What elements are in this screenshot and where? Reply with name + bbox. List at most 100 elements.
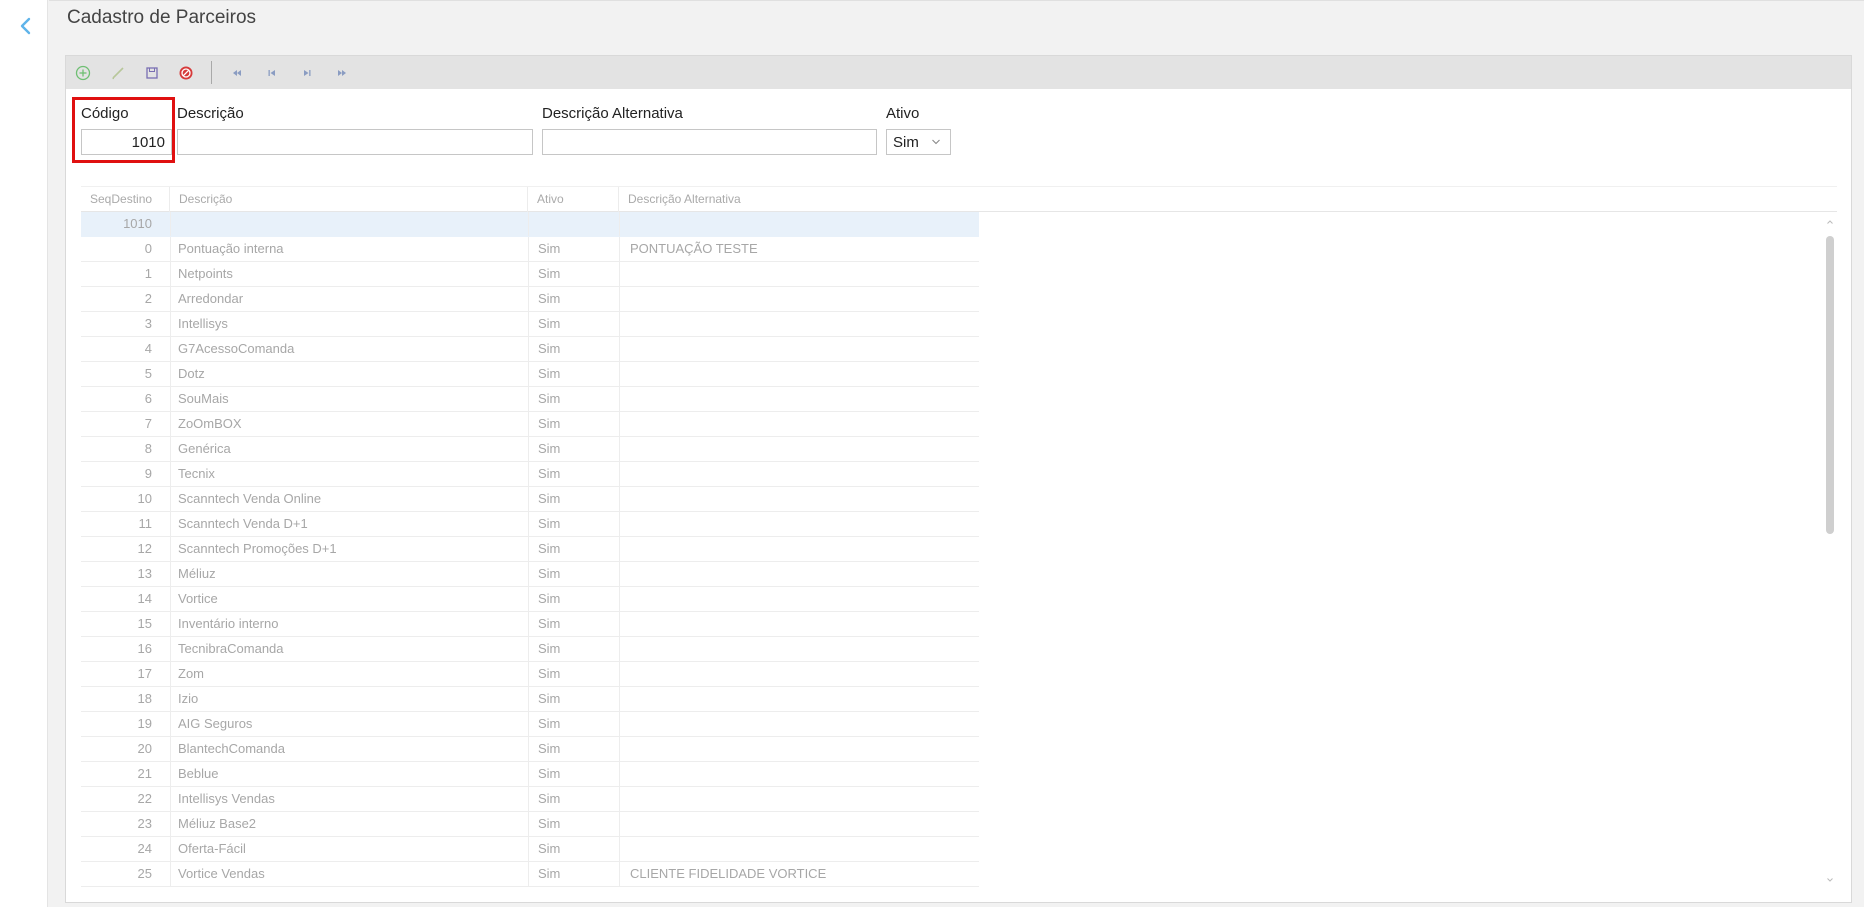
first-record-icon[interactable] <box>227 63 247 83</box>
table-row[interactable]: 19 AIG Seguros Sim <box>81 712 979 737</box>
table-row[interactable]: 13 Méliuz Sim <box>81 562 979 587</box>
cell-seqdestino: 9 <box>144 466 152 481</box>
cell-descricao-alternativa <box>619 712 979 736</box>
cell-seqdestino: 18 <box>137 691 152 706</box>
column-header-descricao[interactable]: Descrição <box>170 187 528 212</box>
grid-scrollbar[interactable] <box>1823 214 1837 890</box>
cell-descricao: TecnibraComanda <box>170 637 528 661</box>
table-row[interactable]: 3 Intellisys Sim <box>81 312 979 337</box>
table-row[interactable]: 7 ZoOmBOX Sim <box>81 412 979 437</box>
cell-descricao: AIG Seguros <box>170 712 528 736</box>
cell-seqdestino: 4 <box>144 341 152 356</box>
descricao-alternativa-label: Descrição Alternativa <box>542 105 683 122</box>
scroll-down-icon[interactable] <box>1826 876 1834 884</box>
toolbar <box>66 56 1851 89</box>
cell-ativo: Sim <box>528 287 619 311</box>
table-row[interactable]: 9 Tecnix Sim <box>81 462 979 487</box>
cell-descricao: Scanntech Promoções D+1 <box>170 537 528 561</box>
cell-ativo: Sim <box>528 487 619 511</box>
cell-descricao: Zom <box>170 662 528 686</box>
table-row[interactable]: 11 Scanntech Venda D+1 Sim <box>81 512 979 537</box>
cell-ativo: Sim <box>528 512 619 536</box>
cell-descricao <box>170 212 528 236</box>
cell-descricao: Genérica <box>170 437 528 461</box>
next-record-icon[interactable] <box>297 63 317 83</box>
cell-descricao-alternativa <box>619 362 979 386</box>
cell-descricao: Pontuação interna <box>170 237 528 261</box>
cell-seqdestino: 19 <box>137 716 152 731</box>
table-row[interactable]: 5 Dotz Sim <box>81 362 979 387</box>
add-icon[interactable] <box>73 63 93 83</box>
cell-descricao-alternativa <box>619 337 979 361</box>
cell-descricao: Méliuz Base2 <box>170 812 528 836</box>
scrollbar-thumb[interactable] <box>1826 236 1834 534</box>
cell-ativo: Sim <box>528 687 619 711</box>
table-row[interactable]: 4 G7AcessoComanda Sim <box>81 337 979 362</box>
cell-ativo: Sim <box>528 437 619 461</box>
cell-seqdestino: 14 <box>137 591 152 606</box>
table-row[interactable]: 24 Oferta-Fácil Sim <box>81 837 979 862</box>
grid-header: SeqDestino Descrição Ativo Descrição Alt… <box>81 186 1837 212</box>
table-row[interactable]: 17 Zom Sim <box>81 662 979 687</box>
column-header-seqdestino[interactable]: SeqDestino <box>81 187 170 212</box>
last-record-icon[interactable] <box>332 63 352 83</box>
save-icon[interactable] <box>142 63 162 83</box>
cell-seqdestino: 10 <box>137 491 152 506</box>
table-row[interactable]: 20 BlantechComanda Sim <box>81 737 979 762</box>
cell-descricao: Arredondar <box>170 287 528 311</box>
cell-ativo: Sim <box>528 787 619 811</box>
ativo-select[interactable]: Sim <box>886 129 951 155</box>
table-row[interactable]: 23 Méliuz Base2 Sim <box>81 812 979 837</box>
cell-descricao-alternativa <box>619 262 979 286</box>
cell-ativo: Sim <box>528 662 619 686</box>
cancel-icon[interactable] <box>176 63 196 83</box>
table-row[interactable]: 8 Genérica Sim <box>81 437 979 462</box>
cell-descricao: Vortice Vendas <box>170 862 528 886</box>
table-row[interactable]: 1 Netpoints Sim <box>81 262 979 287</box>
cell-descricao-alternativa <box>619 637 979 661</box>
table-row[interactable]: 25 Vortice Vendas Sim CLIENTE FIDELIDADE VO… <box>81 862 979 887</box>
table-row[interactable]: 15 Inventário interno Sim <box>81 612 979 637</box>
table-row[interactable]: 16 TecnibraComanda Sim <box>81 637 979 662</box>
table-row[interactable]: 2 Arredondar Sim <box>81 287 979 312</box>
cell-descricao-alternativa: CLIENTE FIDELIDADE VORTICE <box>619 862 979 886</box>
cell-seqdestino: 7 <box>144 416 152 431</box>
cell-ativo: Sim <box>528 462 619 486</box>
cell-descricao: Oferta-Fácil <box>170 837 528 861</box>
table-row[interactable]: 0 Pontuação interna Sim PONTUAÇÃO TESTE <box>81 237 979 262</box>
page-title: Cadastro de Parceiros <box>67 7 257 28</box>
cell-descricao-alternativa <box>619 612 979 636</box>
cell-ativo: Sim <box>528 537 619 561</box>
table-row[interactable]: 22 Intellisys Vendas Sim <box>81 787 979 812</box>
cell-descricao: Intellisys Vendas <box>170 787 528 811</box>
cell-descricao-alternativa <box>619 587 979 611</box>
cell-descricao-alternativa <box>619 562 979 586</box>
back-icon[interactable] <box>16 14 36 38</box>
table-row[interactable]: 18 Izio Sim <box>81 687 979 712</box>
cell-ativo: Sim <box>528 412 619 436</box>
table-row[interactable]: 12 Scanntech Promoções D+1 Sim <box>81 537 979 562</box>
cell-ativo: Sim <box>528 712 619 736</box>
table-row[interactable]: 10 Scanntech Venda Online Sim <box>81 487 979 512</box>
ativo-label: Ativo <box>886 105 920 122</box>
cell-seqdestino: 5 <box>144 366 152 381</box>
column-header-descricao-alternativa[interactable]: Descrição Alternativa <box>619 187 1837 212</box>
cell-descricao: Netpoints <box>170 262 528 286</box>
scroll-up-icon[interactable] <box>1826 218 1834 226</box>
column-header-ativo[interactable]: Ativo <box>528 187 619 212</box>
descricao-alternativa-input[interactable] <box>542 129 877 155</box>
cell-descricao: G7AcessoComanda <box>170 337 528 361</box>
codigo-input[interactable] <box>81 129 172 155</box>
cell-seqdestino: 21 <box>137 766 152 781</box>
previous-record-icon[interactable] <box>262 63 282 83</box>
table-row[interactable]: 1010 <box>81 212 979 237</box>
edit-icon[interactable] <box>108 63 128 83</box>
cell-descricao-alternativa <box>619 412 979 436</box>
cell-descricao: Méliuz <box>170 562 528 586</box>
descricao-input[interactable] <box>177 129 533 155</box>
table-row[interactable]: 14 Vortice Sim <box>81 587 979 612</box>
cell-seqdestino: 11 <box>138 516 153 531</box>
cell-descricao-alternativa <box>619 762 979 786</box>
table-row[interactable]: 6 SouMais Sim <box>81 387 979 412</box>
table-row[interactable]: 21 Beblue Sim <box>81 762 979 787</box>
